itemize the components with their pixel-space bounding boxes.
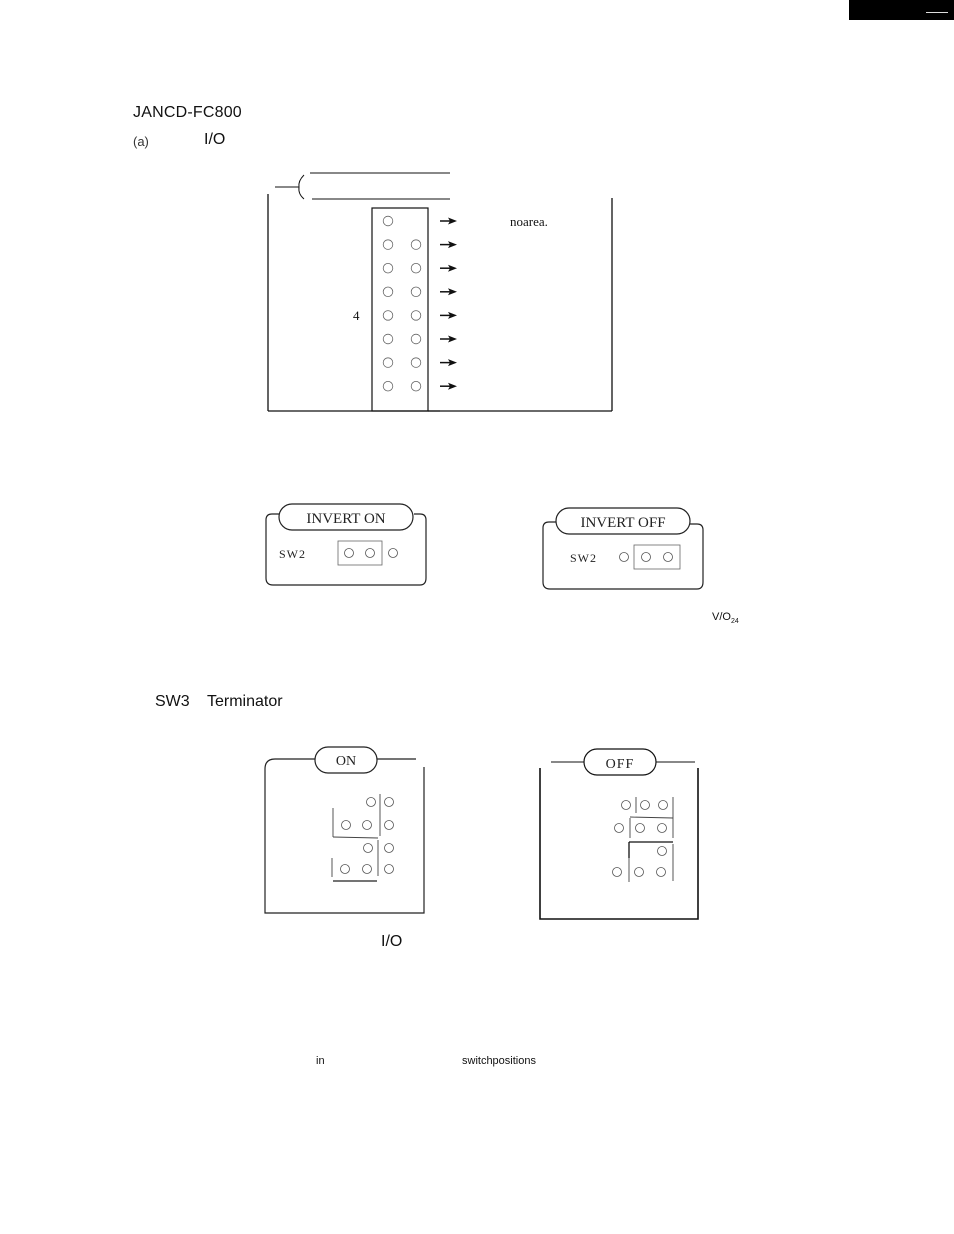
pin-row — [382, 263, 457, 274]
pin-right — [410, 357, 422, 368]
pin-row — [382, 215, 457, 227]
invert-on-pin-1 — [344, 548, 354, 558]
sw3-off-pin — [612, 867, 622, 877]
sw3-off-pin — [658, 800, 668, 810]
vo-label: V/O24 — [712, 611, 739, 625]
sw3-off-pin — [621, 800, 631, 810]
vo-label-text: V/O — [712, 611, 731, 623]
sw3-off-diagram — [539, 748, 699, 920]
invert-off-pin-3 — [663, 552, 673, 562]
sw3-on-pin — [384, 797, 394, 807]
pin-right — [410, 333, 422, 345]
invert-off-switch-label: SW2 — [570, 551, 597, 565]
arrow-right-icon — [440, 217, 457, 225]
sw3-off-pin — [657, 846, 667, 856]
pin-left — [382, 215, 394, 227]
pin-row — [382, 310, 457, 321]
arrow-right-icon — [440, 264, 457, 272]
pin-right — [410, 286, 422, 298]
pin-left — [382, 333, 394, 345]
sw3-off-frame — [539, 768, 699, 920]
sw3-off-pin — [656, 867, 666, 877]
sw3-off-jumper-top — [629, 816, 674, 819]
invert-off-title: INVERT OFF — [580, 515, 665, 531]
sw3-on-pin — [362, 864, 372, 874]
sw3-on-pin — [384, 843, 394, 853]
sw3-on-pin — [341, 820, 351, 830]
invert-on-pin-3 — [388, 548, 398, 558]
pin-left — [382, 286, 394, 298]
pin-right — [410, 239, 422, 250]
pin-left — [382, 263, 394, 274]
diagram-canvas: INVERT ON SW2 INVERT OFF SW2 ON OFF — [264, 172, 704, 920]
pin-row — [382, 286, 457, 298]
sw3-label: SW3 — [155, 693, 190, 710]
pin-left — [382, 357, 394, 368]
invert-on-switch-label: SW2 — [279, 547, 306, 561]
sw3-on-pin — [362, 820, 372, 830]
pin-right — [410, 381, 422, 392]
sw3-off-pin — [640, 800, 650, 810]
invert-on-pin-2 — [365, 548, 375, 558]
pin-row — [382, 357, 457, 368]
sw3-on-title: ON — [336, 754, 356, 769]
connector-side-number: 4 — [353, 308, 360, 323]
pin-left — [382, 381, 394, 392]
pin-header-box — [371, 207, 429, 412]
pin-row — [382, 239, 457, 250]
sw3-on-pin — [384, 820, 394, 830]
sw3-off-pin — [635, 823, 645, 833]
pin-row — [382, 333, 457, 345]
connector-note: noarea. — [510, 214, 548, 229]
pin-right — [410, 310, 422, 321]
sw3-on-pin — [340, 864, 350, 874]
sw3-on-pin — [384, 864, 394, 874]
arrow-right-icon — [440, 359, 457, 367]
bracket-curve — [298, 174, 305, 200]
sw3-on-pin — [366, 797, 376, 807]
sw3-off-pin — [634, 867, 644, 877]
pin-right — [410, 263, 422, 274]
footer-switch-positions-text: switchpositions — [462, 1055, 536, 1067]
invert-off-jumper — [633, 544, 681, 570]
arrow-right-icon — [440, 241, 457, 249]
pin-row — [382, 381, 457, 392]
pin-left — [382, 239, 394, 250]
arrow-right-icon — [440, 382, 457, 390]
invert-off-pin-1 — [619, 552, 629, 562]
pin-left — [382, 310, 394, 321]
sw3-off-pin — [657, 823, 667, 833]
sw3-on-jumper-bottom — [332, 836, 379, 839]
arrow-right-icon — [440, 311, 457, 319]
arrow-right-icon — [440, 335, 457, 343]
pin-rows — [382, 215, 457, 392]
sw3-on-pin — [363, 843, 373, 853]
invert-off-pin-2 — [641, 552, 651, 562]
footer-in-text: in — [316, 1055, 325, 1067]
sw3-title: Terminator — [207, 693, 283, 710]
sw3-off-title: OFF — [606, 757, 635, 772]
arrow-right-icon — [440, 288, 457, 296]
sw3-on-frame — [264, 758, 425, 914]
footer-io-label: I/O — [381, 933, 403, 950]
invert-on-title: INVERT ON — [306, 511, 385, 527]
sw3-on-diagram — [264, 746, 425, 914]
vo-label-subscript: 24 — [730, 618, 739, 626]
sw3-off-pin — [614, 823, 624, 833]
